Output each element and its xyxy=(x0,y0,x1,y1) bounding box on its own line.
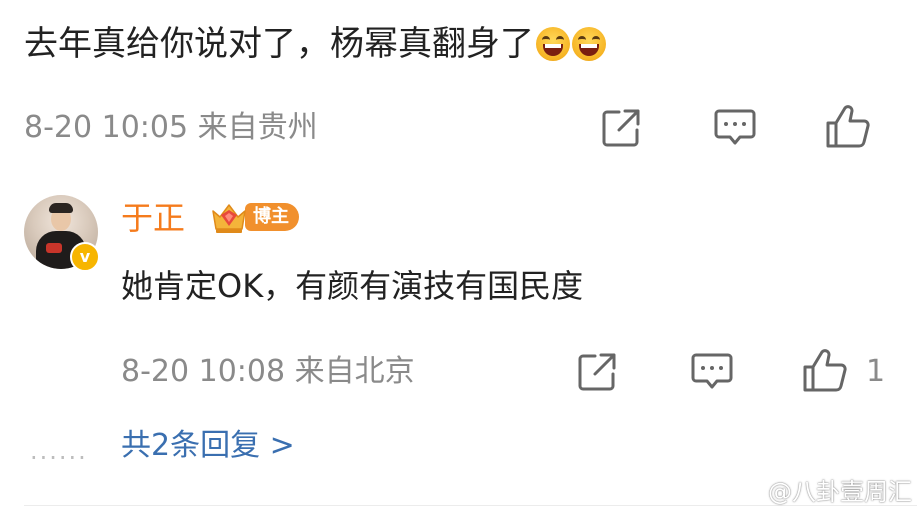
like-count: 1 xyxy=(866,354,886,389)
reply-meta: 8-20 10:08 来自北京 xyxy=(121,352,415,392)
comment-location: 来自贵州 xyxy=(197,110,318,145)
comment-time: 8-20 10:05 xyxy=(24,110,189,145)
like-icon[interactable] xyxy=(824,103,872,149)
comment-icon[interactable] xyxy=(690,351,734,393)
share-icon[interactable] xyxy=(600,107,642,149)
reply-text: 她肯定OK，有颜有演技有国民度 xyxy=(121,267,584,305)
blogger-badge: 博主 xyxy=(209,199,299,235)
blogger-badge-label: 博主 xyxy=(245,203,299,231)
chevron-right-icon: > xyxy=(269,428,295,463)
watermark: @八卦壹周汇 xyxy=(730,474,912,510)
comment-text: 去年真给你说对了，杨幂真翻身了 xyxy=(24,24,534,64)
reply-username[interactable]: 于正 xyxy=(121,196,185,240)
like-icon[interactable] xyxy=(801,347,849,393)
comment-text-row: 去年真给你说对了，杨幂真翻身了 xyxy=(24,18,606,70)
verified-v-badge-icon: v xyxy=(70,242,100,272)
watermark-text: @八卦壹周汇 xyxy=(768,478,912,506)
laughing-emoji-icon xyxy=(536,27,570,61)
view-replies-link[interactable]: 共2条回复 > xyxy=(121,426,295,466)
view-replies-label: 共2条回复 xyxy=(121,428,261,463)
weibo-logo-icon xyxy=(731,482,761,504)
reply-location: 来自北京 xyxy=(294,354,415,389)
laughing-emoji-icon xyxy=(572,27,606,61)
comment-icon[interactable] xyxy=(713,107,757,149)
dots-divider: ...... xyxy=(30,437,88,465)
crown-diamond-icon xyxy=(212,204,246,233)
reply-time: 8-20 10:08 xyxy=(121,354,286,389)
comment-meta: 8-20 10:05 来自贵州 xyxy=(24,108,318,148)
share-icon[interactable] xyxy=(576,351,618,393)
